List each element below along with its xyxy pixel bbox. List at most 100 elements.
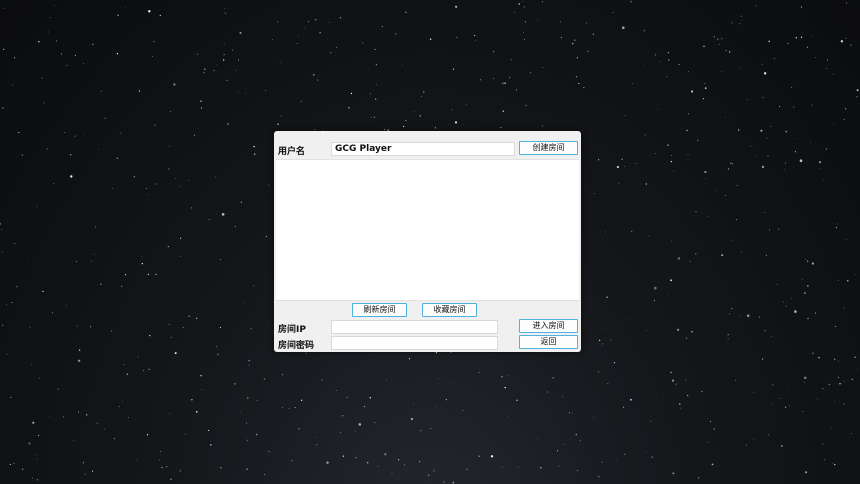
star bbox=[226, 79, 228, 81]
star bbox=[6, 353, 8, 355]
star bbox=[669, 224, 671, 225]
star bbox=[575, 76, 578, 78]
star bbox=[777, 228, 780, 230]
star bbox=[264, 474, 265, 475]
star bbox=[73, 440, 74, 441]
star bbox=[125, 7, 127, 9]
star bbox=[800, 36, 803, 38]
room-dialog: 用户名 创建房间 刷新房间 收藏房间 房间IP 进入房间 房间密码 返回 bbox=[274, 131, 581, 352]
star bbox=[794, 151, 797, 153]
star bbox=[54, 5, 56, 6]
star bbox=[822, 388, 824, 390]
star bbox=[632, 82, 634, 84]
star bbox=[94, 253, 96, 255]
star bbox=[779, 397, 781, 399]
star bbox=[685, 337, 688, 339]
star bbox=[562, 396, 564, 398]
star bbox=[315, 19, 317, 21]
star bbox=[687, 154, 689, 156]
star bbox=[137, 356, 139, 358]
star bbox=[537, 20, 539, 21]
star bbox=[224, 44, 225, 45]
room-ip-input[interactable] bbox=[331, 320, 498, 334]
star bbox=[282, 407, 283, 408]
star bbox=[253, 285, 255, 287]
join-room-button[interactable]: 进入房间 bbox=[519, 319, 578, 333]
star bbox=[691, 90, 694, 93]
star bbox=[355, 457, 357, 459]
star bbox=[773, 58, 775, 60]
star bbox=[370, 117, 372, 119]
star bbox=[404, 464, 406, 466]
back-button[interactable]: 返回 bbox=[519, 335, 578, 349]
star bbox=[185, 433, 187, 435]
star bbox=[238, 92, 239, 93]
room-password-label: 房间密码 bbox=[278, 341, 315, 351]
star bbox=[151, 55, 153, 57]
star bbox=[856, 89, 859, 92]
star bbox=[479, 79, 482, 81]
star bbox=[784, 168, 786, 170]
star bbox=[96, 422, 98, 424]
star bbox=[36, 205, 38, 207]
star bbox=[423, 91, 425, 93]
star bbox=[296, 42, 298, 45]
star bbox=[541, 125, 544, 127]
star bbox=[746, 444, 747, 446]
room-list[interactable] bbox=[276, 159, 579, 301]
star bbox=[563, 444, 565, 445]
star bbox=[711, 463, 714, 466]
star bbox=[200, 375, 202, 377]
star bbox=[430, 427, 432, 429]
star bbox=[64, 132, 65, 134]
star bbox=[298, 428, 300, 430]
star bbox=[215, 176, 217, 178]
star bbox=[523, 31, 524, 33]
star bbox=[450, 383, 452, 385]
favorite-room-button[interactable]: 收藏房间 bbox=[422, 303, 477, 317]
star bbox=[504, 82, 506, 84]
star bbox=[443, 481, 445, 483]
star bbox=[395, 33, 397, 35]
star bbox=[60, 53, 62, 55]
star bbox=[329, 22, 331, 23]
star bbox=[193, 134, 196, 136]
star bbox=[735, 379, 736, 381]
star bbox=[598, 476, 600, 478]
username-input[interactable] bbox=[331, 142, 515, 156]
star bbox=[761, 63, 763, 65]
star bbox=[174, 352, 177, 355]
star bbox=[10, 397, 12, 398]
star bbox=[671, 379, 675, 382]
star bbox=[516, 89, 517, 91]
star bbox=[787, 43, 789, 44]
star bbox=[598, 159, 600, 161]
refresh-room-button[interactable]: 刷新房间 bbox=[352, 303, 407, 317]
star bbox=[508, 415, 510, 417]
star bbox=[819, 168, 821, 169]
star bbox=[405, 119, 407, 122]
star bbox=[298, 36, 299, 38]
star bbox=[785, 130, 788, 133]
star bbox=[478, 371, 480, 374]
star bbox=[5, 304, 7, 306]
star bbox=[731, 240, 733, 242]
star bbox=[38, 434, 40, 437]
star bbox=[248, 364, 250, 366]
star bbox=[11, 302, 13, 303]
star bbox=[524, 39, 526, 41]
star bbox=[313, 74, 315, 76]
create-room-button[interactable]: 创建房间 bbox=[519, 141, 578, 155]
star bbox=[540, 467, 542, 469]
star bbox=[224, 12, 226, 14]
star bbox=[518, 3, 520, 5]
star bbox=[602, 343, 604, 345]
star bbox=[317, 79, 319, 81]
star bbox=[250, 327, 252, 329]
star bbox=[651, 456, 653, 458]
star bbox=[116, 157, 118, 159]
star bbox=[188, 180, 190, 182]
star bbox=[223, 54, 225, 56]
star bbox=[811, 262, 814, 265]
room-password-input[interactable] bbox=[331, 336, 498, 350]
